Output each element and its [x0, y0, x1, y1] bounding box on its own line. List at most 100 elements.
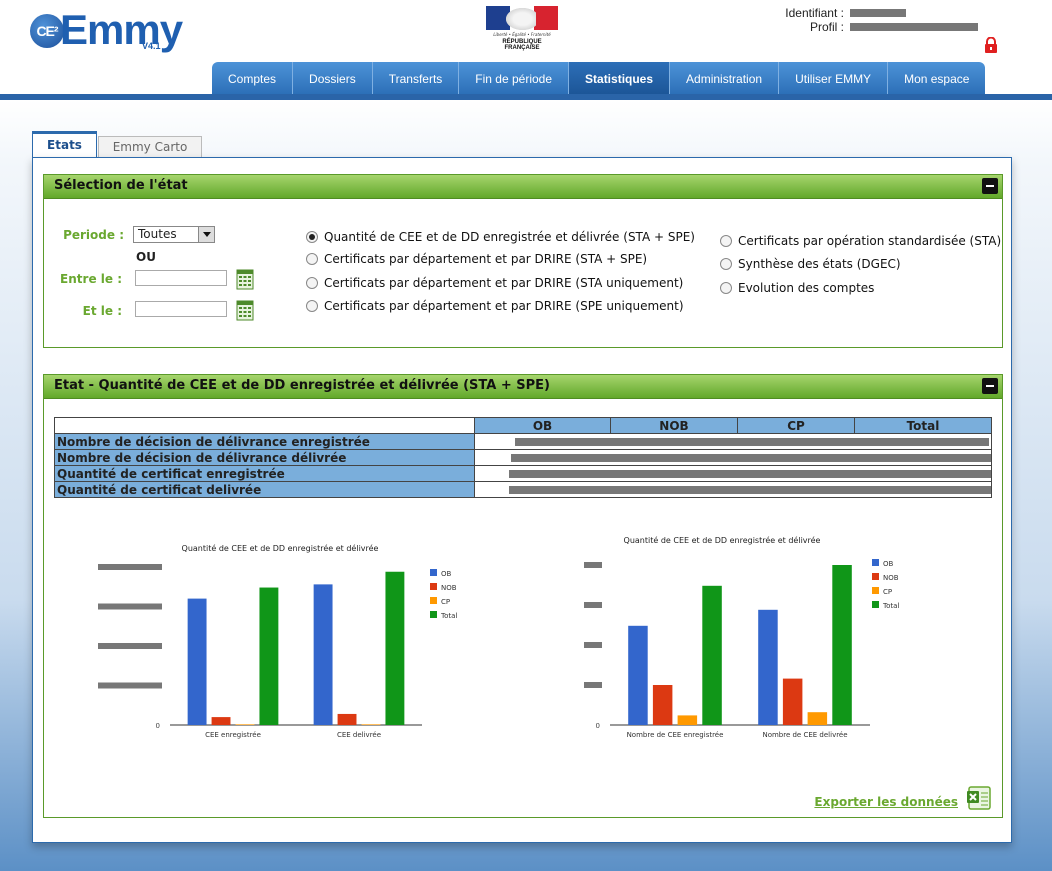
x-tick-label: CEE delivrée: [337, 731, 381, 739]
radio-icon[interactable]: [720, 258, 732, 270]
nav-tab-transferts[interactable]: Transferts: [372, 62, 460, 96]
x-tick-label: Nombre de CEE enregistrée: [627, 731, 724, 739]
tab-etats[interactable]: Etats: [32, 131, 97, 158]
main-panel: Sélection de l'état Periode : Toutes OU …: [32, 157, 1012, 843]
legend-swatch: [872, 601, 879, 608]
selection-collapse-button[interactable]: [982, 178, 998, 194]
calendar-icon[interactable]: [236, 268, 254, 290]
radio-checked-icon[interactable]: [306, 231, 318, 243]
y-tick-label: 0: [156, 722, 160, 730]
periode-select[interactable]: Toutes: [133, 226, 215, 243]
entre-le-input[interactable]: [135, 270, 227, 286]
chevron-down-icon: [198, 227, 214, 242]
table-header-total: Total: [854, 417, 992, 434]
radio-option-operation-standardisee[interactable]: Certificats par opération standardisée (…: [720, 234, 1001, 248]
radio-option-evolution-comptes[interactable]: Evolution des comptes: [720, 281, 874, 295]
radio-icon[interactable]: [306, 300, 318, 312]
nav-tab-dossiers[interactable]: Dossiers: [293, 62, 373, 96]
radio-option-qte-cee-sta-spe[interactable]: Quantité de CEE et de DD enregistrée et …: [306, 230, 695, 244]
bar-ob: [758, 609, 778, 725]
radio-option-synthese-dgec[interactable]: Synthèse des états (DGEC): [720, 257, 901, 271]
legend-label: Total: [882, 602, 899, 610]
table-row: Quantité de certificat enregistrée: [54, 465, 992, 482]
row-label: Nombre de décision de délivrance délivré…: [54, 449, 475, 466]
bar-total: [832, 565, 852, 725]
radio-option-dept-drire-sta-spe[interactable]: Certificats par département et par DRIRE…: [306, 252, 647, 266]
bar-cp: [677, 715, 698, 725]
nav-tab-administration[interactable]: Administration: [670, 62, 780, 96]
table-header-ob: OB: [474, 417, 611, 434]
legend-swatch: [872, 573, 879, 580]
bar-nob: [211, 717, 231, 725]
bar-total: [702, 585, 722, 725]
bar-cp: [807, 712, 828, 725]
y-tick-label: 0: [596, 722, 600, 730]
logo-name: Emmy: [60, 6, 183, 53]
bar-chart-cee-nombre: Quantité de CEE et de DD enregistrée et …: [584, 535, 899, 739]
y-tick-label-redacted: [584, 642, 602, 648]
radio-icon[interactable]: [720, 282, 732, 294]
radio-label: Certificats par département et par DRIRE…: [324, 299, 684, 313]
etat-collapse-button[interactable]: [982, 378, 998, 394]
periode-select-value: Toutes: [138, 227, 177, 241]
et-le-label: Et le :: [82, 304, 122, 318]
selection-title: Sélection de l'état: [44, 175, 1002, 199]
tab-emmy-carto[interactable]: Emmy Carto: [98, 136, 202, 158]
y-tick-label-redacted: [584, 562, 602, 568]
legend-swatch: [430, 611, 437, 618]
bar-nob: [652, 685, 673, 725]
table-header-row: OB NOB CP Total: [54, 417, 992, 434]
radio-label: Quantité de CEE et de DD enregistrée et …: [324, 230, 695, 244]
bar-nob: [337, 713, 357, 725]
radio-label: Certificats par opération standardisée (…: [738, 234, 1002, 248]
export-data-link[interactable]: Exporter les données: [814, 795, 958, 809]
chart-title: Quantité de CEE et de DD enregistrée et …: [624, 535, 821, 545]
radio-option-dept-drire-spe[interactable]: Certificats par département et par DRIRE…: [306, 299, 684, 313]
radio-label: Certificats par département et par DRIRE…: [324, 276, 684, 290]
x-tick-label: Nombre de CEE delivrée: [762, 731, 847, 739]
bar-cp: [235, 724, 255, 725]
bar-total: [385, 571, 405, 725]
row-values-redacted: [474, 449, 992, 466]
nav-tab-fin-de-periode[interactable]: Fin de période: [459, 62, 570, 96]
profil-redacted: [850, 23, 978, 31]
ou-label: OU: [136, 250, 156, 264]
y-tick-label-redacted: [584, 602, 602, 608]
nav-tab-utiliser-emmy[interactable]: Utiliser EMMY: [779, 62, 889, 96]
legend-swatch: [430, 583, 437, 590]
main-nav: Comptes Dossiers Transferts Fin de pério…: [212, 62, 986, 96]
row-values-redacted: [474, 433, 992, 450]
calendar-icon[interactable]: [236, 299, 254, 321]
nav-tab-comptes[interactable]: Comptes: [212, 62, 294, 96]
header: CE² Emmy V4.1 Liberté • Égalité • Frater…: [0, 0, 1052, 96]
nav-tab-statistiques[interactable]: Statistiques: [569, 62, 671, 96]
identifiant-label: Identifiant :: [785, 6, 844, 20]
logout-lock-icon[interactable]: [984, 37, 998, 53]
legend-label: OB: [441, 570, 452, 578]
legend-label: CP: [883, 588, 892, 596]
nav-tab-mon-espace[interactable]: Mon espace: [888, 62, 986, 96]
radio-icon[interactable]: [720, 235, 732, 247]
etat-title: Etat - Quantité de CEE et de DD enregist…: [44, 375, 1002, 399]
y-tick-label-redacted: [98, 682, 162, 689]
legend-swatch: [872, 587, 879, 594]
radio-icon[interactable]: [306, 253, 318, 265]
legend-label: Total: [440, 612, 457, 620]
identifiant-redacted: [850, 9, 906, 17]
radio-option-dept-drire-sta[interactable]: Certificats par département et par DRIRE…: [306, 276, 683, 290]
ce2-logo-badge: CE²: [30, 14, 64, 48]
table-row: Nombre de décision de délivrance délivré…: [54, 449, 992, 466]
table-header-cp: CP: [737, 417, 855, 434]
excel-export-icon[interactable]: [966, 785, 992, 811]
table-header-blank: [54, 417, 475, 434]
entre-le-label: Entre le :: [60, 272, 122, 286]
et-le-input[interactable]: [135, 301, 227, 317]
radio-label: Certificats par département et par DRIRE…: [324, 252, 648, 266]
logo-version: V4.1: [142, 41, 161, 51]
radio-label: Evolution des comptes: [738, 281, 875, 295]
legend-label: NOB: [883, 574, 899, 582]
periode-label: Periode :: [63, 228, 124, 242]
legend-swatch: [430, 597, 437, 604]
emmy-logo[interactable]: CE² Emmy V4.1: [30, 6, 190, 56]
radio-icon[interactable]: [306, 277, 318, 289]
